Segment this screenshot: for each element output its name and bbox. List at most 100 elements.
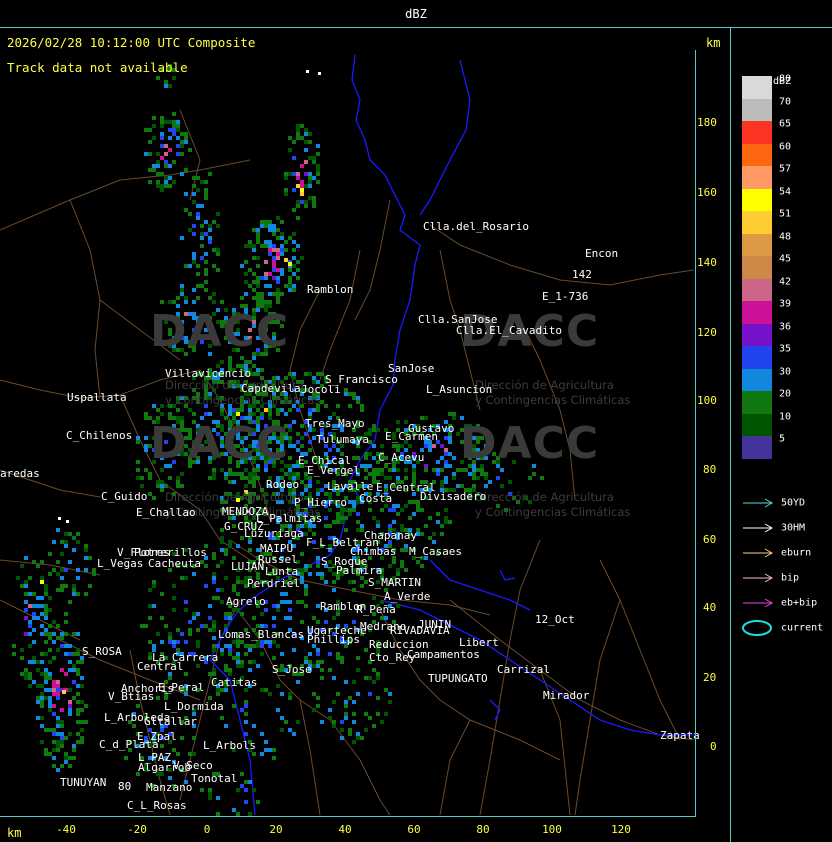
legend-swatch-36 — [742, 323, 772, 346]
watermark-line2: y Contingencias Climáticas — [475, 505, 631, 519]
watermark-subtitle-2: Dirección de Agricultura y Contingencias… — [475, 490, 630, 520]
place-label: SanJose — [388, 362, 435, 375]
place-label: Central — [137, 660, 184, 673]
track-legend-label: 50YD — [781, 497, 806, 509]
current-ellipse-icon — [742, 620, 772, 636]
x-tick-label: -40 — [56, 823, 76, 836]
place-label: C_d_Plata — [99, 738, 159, 751]
track-arrow-icon — [743, 573, 774, 583]
place-label: C_Guido — [101, 490, 148, 503]
place-label: Zapata — [660, 729, 700, 742]
place-label: V_Seco — [173, 759, 213, 772]
watermark-line2: y Contingencias Climáticas — [165, 393, 321, 407]
x-tick-label: -20 — [127, 823, 147, 836]
legend-swatch-10 — [742, 413, 772, 436]
place-label: Catitas — [211, 676, 258, 689]
place-label: LUJAN — [231, 560, 265, 573]
radar-window: dBZ DACC DACC DACC DACC Dirección de Agr… — [0, 0, 832, 842]
legend-swatch-45 — [742, 256, 772, 279]
legend-swatch-48 — [742, 233, 772, 256]
legend-swatch-54 — [742, 188, 772, 211]
place-label: Lomas_Blancas — [218, 628, 305, 641]
place-label: Tonotal — [191, 772, 238, 785]
track-arrow-icon — [743, 598, 774, 608]
x-tick-label: 20 — [269, 823, 283, 836]
watermark-brand: DACC — [460, 418, 600, 469]
track-legend-label: current — [781, 622, 824, 634]
place-label: Clla.El_Cavadito — [456, 324, 562, 337]
place-label: Mirador — [543, 689, 590, 702]
place-label: M_Casaes — [409, 545, 462, 558]
legend-level-label: 42 — [779, 276, 792, 287]
legend-level-label: 5 — [779, 433, 786, 445]
y-axis-unit: km — [706, 36, 721, 50]
place-label: V_Flores — [117, 546, 170, 559]
legend-level-label: 54 — [779, 186, 792, 197]
y-tick-label: 120 — [697, 326, 717, 339]
legend-swatch-65 — [742, 121, 772, 144]
legend-swatch-70 — [742, 98, 772, 121]
place-label: V_Btias — [108, 690, 155, 703]
place-label: Divisadero — [420, 490, 487, 503]
place-label: Villavicencio — [165, 367, 252, 380]
place-label: 142 — [572, 268, 592, 281]
watermark-logo-4: DACC — [330, 418, 599, 469]
legend-swatch-20 — [742, 391, 772, 414]
place-label: Clla.del_Rosario — [423, 220, 529, 233]
legend-swatch-5 — [742, 436, 772, 459]
y-tick-label: 100 — [697, 394, 717, 407]
legend-swatch-51 — [742, 211, 772, 234]
place-label: 80 — [118, 780, 132, 793]
track-arrow-icon — [743, 523, 774, 533]
track-arrow-icon — [743, 548, 774, 558]
x-tick-label: 120 — [611, 823, 631, 836]
place-label: Carrizal — [497, 663, 550, 676]
x-tick-label: 40 — [338, 823, 352, 836]
track-status-label: Track data not available — [7, 60, 188, 75]
x-tick-label: 0 — [203, 823, 211, 836]
place-label: S_ROSA — [82, 645, 122, 658]
place-label: C_Acevu — [378, 451, 425, 464]
y-tick-label: 40 — [703, 601, 717, 614]
place-label: Tulumaya — [316, 433, 369, 446]
legend-level-label: 30 — [779, 366, 792, 377]
timestamp-label: 2026/02/28 10:12:00 UTC Composite — [7, 35, 256, 50]
legend-level-label: 36 — [779, 321, 792, 332]
y-tick-label: 0 — [710, 740, 717, 753]
y-tick-label: 180 — [697, 116, 717, 129]
x-tick-label: 100 — [542, 823, 562, 836]
place-label: Gltallar — [144, 715, 197, 728]
place-label: Chapanay — [364, 529, 417, 542]
place-label: Manzano — [146, 781, 193, 794]
place-label: E_Challao — [136, 506, 196, 519]
place-label: E_Peral — [158, 681, 205, 694]
track-legend-label: eb+bip — [781, 597, 818, 609]
place-label: Perdriel — [247, 577, 300, 590]
legend-swatch-57 — [742, 166, 772, 189]
watermark-line2: y Contingencias Climáticas — [475, 393, 631, 407]
legend-level-label: 57 — [779, 163, 792, 175]
legend-swatch-39 — [742, 301, 772, 324]
watermark-line1: Dirección de Agricultura — [475, 490, 614, 504]
place-label: 12_Oct — [535, 613, 575, 626]
window-title: dBZ — [405, 6, 427, 21]
radar-map[interactable]: DACC DACC DACC DACC Dirección de Agricul… — [0, 28, 730, 842]
track-arrow-icon — [743, 498, 774, 508]
watermark-brand: DACC — [150, 418, 290, 469]
legend-level-label: 65 — [779, 118, 792, 130]
legend-swatch-60 — [742, 143, 772, 166]
place-label: TUPUNGATO — [428, 672, 488, 685]
track-legend-label: bip — [781, 572, 800, 584]
place-label: Encon — [585, 247, 619, 260]
legend-level-label: 80 — [779, 73, 792, 85]
x-tick-label: 80 — [476, 823, 490, 836]
y-tick-label: 20 — [703, 671, 717, 684]
legend-level-label: 20 — [779, 388, 792, 400]
track-legend-label: eburn — [781, 547, 812, 559]
place-label: L_Palmitas — [256, 512, 323, 525]
track-legend-label: 30HM — [781, 522, 806, 534]
legend-level-label: 10 — [779, 411, 792, 422]
place-label: TUNUYAN — [60, 776, 107, 789]
legend-level-label: 39 — [779, 298, 792, 310]
place-label: Ramblon — [307, 283, 354, 296]
